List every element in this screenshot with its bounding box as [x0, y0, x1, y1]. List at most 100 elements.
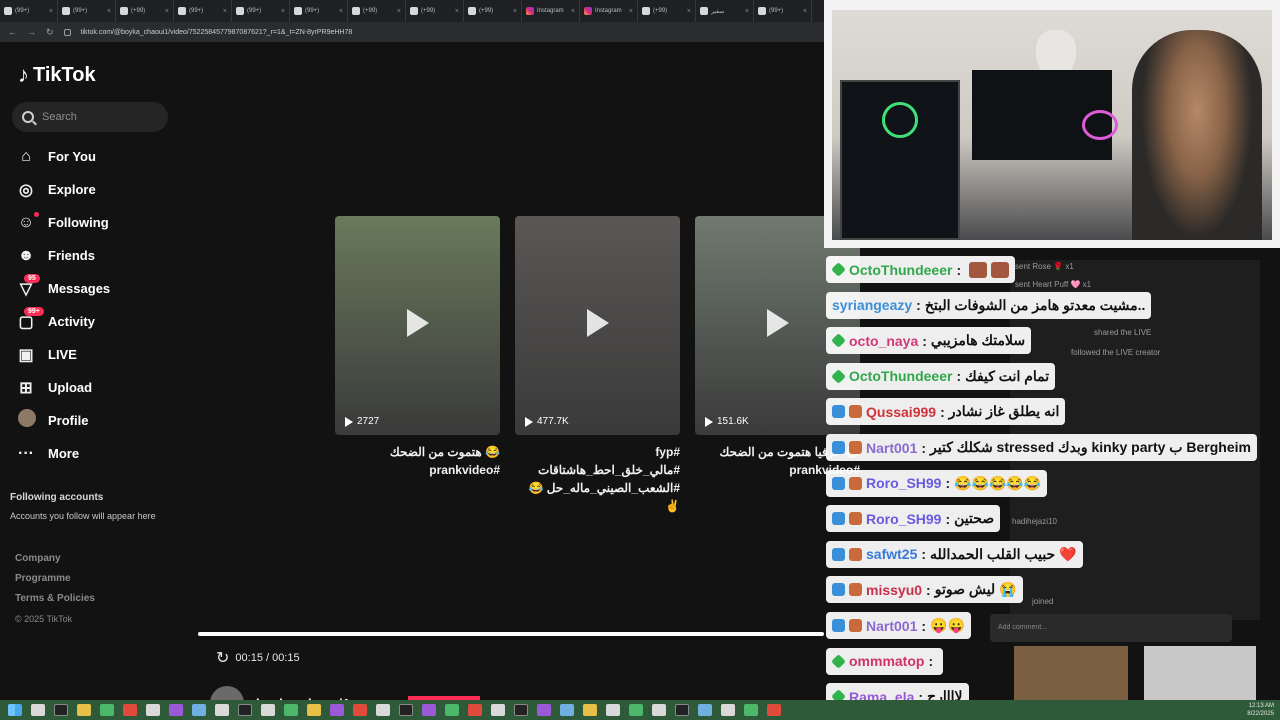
taskbar-app-icon[interactable]: [376, 704, 390, 716]
chat-separator: :: [926, 581, 931, 598]
close-tab-icon[interactable]: ×: [397, 8, 401, 15]
taskbar-app-icon[interactable]: [54, 704, 68, 716]
close-tab-icon[interactable]: ×: [49, 8, 53, 15]
views-icon: [345, 416, 353, 427]
system-clock[interactable]: 12:13 AM 8/22/2025: [1247, 702, 1274, 718]
taskbar-app-icon[interactable]: [629, 704, 643, 716]
taskbar-app-icon[interactable]: [353, 704, 367, 716]
taskbar-app-icon[interactable]: [399, 704, 413, 716]
close-tab-icon[interactable]: ×: [339, 8, 343, 15]
streamer: [1132, 30, 1262, 240]
video-thumbnail[interactable]: 477.7K: [515, 216, 680, 435]
close-tab-icon[interactable]: ×: [803, 8, 807, 15]
taskbar-app-icon[interactable]: [77, 704, 91, 716]
browser-tab[interactable]: (+99) ×: [464, 0, 522, 22]
sidebar-item-friends[interactable]: ☻ Friends: [16, 239, 186, 272]
taskbar-app-icon[interactable]: [123, 704, 137, 716]
taskbar-app-icon[interactable]: [238, 704, 252, 716]
taskbar-app-icon[interactable]: [215, 704, 229, 716]
footer-link-terms[interactable]: Terms & Policies: [15, 589, 95, 609]
taskbar-app-icon[interactable]: [307, 704, 321, 716]
taskbar-app-icon[interactable]: [744, 704, 758, 716]
taskbar-app-icon[interactable]: [537, 704, 551, 716]
video-thumbnail[interactable]: 2727: [335, 216, 500, 435]
close-tab-icon[interactable]: ×: [455, 8, 459, 15]
taskbar-app-icon[interactable]: [698, 704, 712, 716]
sidebar-item-messages[interactable]: ▽ 95 Messages: [16, 272, 186, 305]
close-tab-icon[interactable]: ×: [513, 8, 517, 15]
footer-link-company[interactable]: Company: [15, 549, 95, 569]
sidebar-item-upload[interactable]: ⊞ Upload: [16, 371, 186, 404]
browser-tab[interactable]: (+99) ×: [638, 0, 696, 22]
url-text[interactable]: tiktok.com/@boyka_chaoui1/video/75225845…: [81, 29, 353, 36]
taskbar-app-icon[interactable]: [767, 704, 781, 716]
taskbar-app-icon[interactable]: [100, 704, 114, 716]
video-card[interactable]: 477.7K #fyp #مالي_خلق_احط_هاشتاقات #الشع…: [515, 216, 680, 515]
sidebar-item-more[interactable]: ··· More: [16, 437, 186, 470]
taskbar-app-icon[interactable]: [445, 704, 459, 716]
taskbar-app-icon[interactable]: [721, 704, 735, 716]
browser-tab[interactable]: (99+) ×: [174, 0, 232, 22]
taskbar-app-icon[interactable]: [31, 704, 45, 716]
windows-start-icon[interactable]: [8, 704, 22, 716]
reload-icon[interactable]: ↻: [46, 27, 54, 38]
sidebar-item-live[interactable]: ▣ LIVE: [16, 338, 186, 371]
taskbar-app-icon[interactable]: [284, 704, 298, 716]
close-tab-icon[interactable]: ×: [281, 8, 285, 15]
tab-title: (99+): [305, 8, 320, 14]
video-card[interactable]: 2727 😂 هتموت من الضحك #prankvideo: [335, 216, 500, 479]
taskbar-app-icon[interactable]: [606, 704, 620, 716]
tiktok-logo[interactable]: ♪ TikTok: [18, 62, 96, 88]
close-tab-icon[interactable]: ×: [107, 8, 111, 15]
taskbar-app-icon[interactable]: [192, 704, 206, 716]
sidebar-item-activity[interactable]: ▢ 99+ Activity: [16, 305, 186, 338]
browser-tab[interactable]: Instagram ×: [522, 0, 580, 22]
sidebar-item-profile[interactable]: Profile: [16, 404, 186, 437]
footer-link-programme[interactable]: Programme: [15, 569, 95, 589]
browser-tab[interactable]: (99+) ×: [58, 0, 116, 22]
taskbar-app-icon[interactable]: [514, 704, 528, 716]
sidebar-footer: Company Programme Terms & Policies © 202…: [15, 549, 95, 629]
close-tab-icon[interactable]: ×: [165, 8, 169, 15]
close-tab-icon[interactable]: ×: [223, 8, 227, 15]
browser-tab[interactable]: (+99) ×: [116, 0, 174, 22]
browser-tab[interactable]: (99+) ×: [0, 0, 58, 22]
browser-tab[interactable]: (99+) ×: [290, 0, 348, 22]
chat-username: ommmatop: [849, 653, 925, 670]
close-tab-icon[interactable]: ×: [629, 8, 633, 15]
sidebar-item-explore[interactable]: ◎ Explore: [16, 173, 186, 206]
taskbar-app-icon[interactable]: [652, 704, 666, 716]
taskbar-app-icon[interactable]: [491, 704, 505, 716]
taskbar-app-icon[interactable]: [422, 704, 436, 716]
chat-message: Nart001: شكلك كتير stressed وبدك kinky pa…: [826, 434, 1257, 461]
sidebar-item-for-you[interactable]: ⌂ For You: [16, 140, 186, 173]
taskbar-app-icon[interactable]: [560, 704, 574, 716]
taskbar-app-icon[interactable]: [583, 704, 597, 716]
browser-tab[interactable]: (+99) ×: [348, 0, 406, 22]
browser-tab[interactable]: سفير ×: [696, 0, 754, 22]
back-arrow-icon[interactable]: ←: [8, 27, 17, 37]
browser-tab[interactable]: (99+) ×: [754, 0, 812, 22]
taskbar-app-icon[interactable]: [330, 704, 344, 716]
taskbar-app-icon[interactable]: [146, 704, 160, 716]
view-count: 2727: [345, 416, 379, 427]
add-comment-input[interactable]: Add comment...: [990, 614, 1232, 642]
forward-arrow-icon[interactable]: →: [27, 27, 36, 37]
replay-icon[interactable]: ↻: [216, 648, 229, 668]
sidebar-item-following[interactable]: ☺ Following: [16, 206, 186, 239]
close-tab-icon[interactable]: ×: [571, 8, 575, 15]
video-progress-bar[interactable]: [198, 632, 824, 636]
green-diamond-icon: [831, 368, 846, 384]
close-tab-icon[interactable]: ×: [687, 8, 691, 15]
taskbar-app-icon[interactable]: [261, 704, 275, 716]
close-tab-icon[interactable]: ×: [745, 8, 749, 15]
browser-tab[interactable]: (99+) ×: [232, 0, 290, 22]
search-input[interactable]: Search: [12, 102, 168, 132]
taskbar-app-icon[interactable]: [675, 704, 689, 716]
site-info-icon[interactable]: [63, 28, 71, 36]
browser-tab[interactable]: (+99) ×: [406, 0, 464, 22]
emote-icon: [969, 261, 988, 278]
browser-tab[interactable]: Instagram ×: [580, 0, 638, 22]
taskbar-app-icon[interactable]: [169, 704, 183, 716]
taskbar-app-icon[interactable]: [468, 704, 482, 716]
